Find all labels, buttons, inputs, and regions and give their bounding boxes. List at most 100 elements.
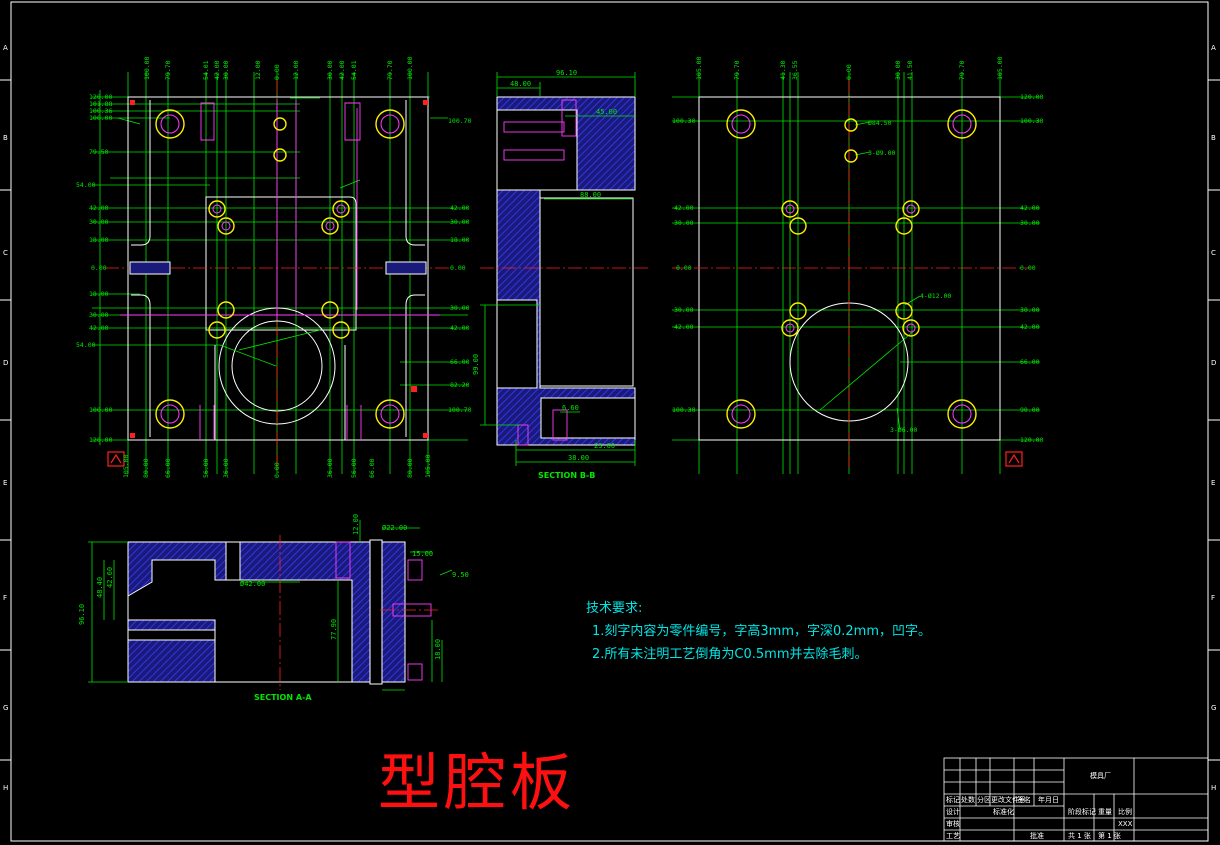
dim-label: 30.00 <box>326 60 334 80</box>
dim-label: 79.50 <box>89 148 109 156</box>
title-block-cell: 签名 <box>1017 796 1031 804</box>
dim-label: 66.00 <box>1020 358 1040 366</box>
dim-label: 48.00 <box>510 80 531 88</box>
dim-label: 42.00 <box>1020 323 1040 331</box>
dim-label: 54.01 <box>350 60 358 80</box>
dim-label: 100.70 <box>448 117 472 125</box>
dim-label: 0.00 <box>676 264 692 272</box>
dim-label: 100.30 <box>672 406 696 414</box>
title-block-cell: 阶段标记 <box>1068 808 1096 816</box>
dim-label: 100.30 <box>1020 117 1044 125</box>
title-block-cell: 处数 <box>961 796 975 804</box>
drawing-title: 型腔板 <box>378 746 577 819</box>
dim-label: 48.40 <box>96 577 104 598</box>
dim-label: 79.70 <box>733 60 741 80</box>
technical-requirements: 技术要求: 1.刻字内容为零件编号，字高3mm，字深0.2mm，凹字。 2.所有… <box>586 597 931 666</box>
dim-label: 120.00 <box>1020 436 1044 444</box>
dim-label: 0.00 <box>845 64 853 80</box>
dim-label: Ø22.00 <box>382 524 407 532</box>
dim-label: 12.00 <box>292 60 300 80</box>
note-item: 2.所有未注明工艺倒角为C0.5mm并去除毛刺。 <box>592 647 868 662</box>
dim-label: 0.00 <box>1020 264 1036 272</box>
dim-label: 36.00 <box>222 458 230 478</box>
dim-label: 30.00 <box>894 60 902 80</box>
dim-label: 42.00 <box>89 204 109 212</box>
dim-label: 66.00 <box>450 358 470 366</box>
dim-label: 41.30 <box>779 60 787 80</box>
dim-label: 38.00 <box>568 454 589 462</box>
dim-label: 30.00 <box>89 218 109 226</box>
dim-label: 54.01 <box>202 60 210 80</box>
title-block-cell: 模具厂 <box>1090 772 1111 780</box>
zone-label: G <box>3 704 8 712</box>
dim-label: 96.10 <box>78 604 86 625</box>
dim-label: 105.00 <box>424 454 432 478</box>
front-view <box>92 72 468 474</box>
title-block-cell: 标准化 <box>993 808 1014 816</box>
dim-label: 56.00 <box>350 458 358 478</box>
dim-label: 15.00 <box>412 550 433 558</box>
dim-label: 30.00 <box>89 311 109 319</box>
section-bb: 48.00 96.10 45.00 88.00 99.00 6.60 23.00… <box>472 69 650 480</box>
dim-callout: 3-Ø6.00 <box>890 426 917 434</box>
dim-label: 45.00 <box>596 108 617 116</box>
dim-label: 54.00 <box>76 181 96 189</box>
dim-label: 18.00 <box>89 290 109 298</box>
dim-callout: 4-Ø12.00 <box>920 292 951 300</box>
title-block-cell: 审核 <box>946 820 960 828</box>
dim-label: 12.00 <box>254 60 262 80</box>
dim-label: 82.20 <box>450 381 470 389</box>
dim-label: 30.00 <box>450 304 470 312</box>
dim-label: 30.00 <box>1020 219 1040 227</box>
dim-label: 100.00 <box>143 56 151 80</box>
title-block-cell: 第 1 张 <box>1098 832 1121 840</box>
title-block-cell: 重量 <box>1098 808 1112 816</box>
dim-label: 120.00 <box>89 436 113 444</box>
dim-label: 36.55 <box>791 60 799 80</box>
right-view-dims: 100.30 42.00 30.00 0.00 30.00 42.00 100.… <box>672 56 1044 444</box>
title-block-cell: 工艺 <box>946 832 960 840</box>
dim-label: 0.00 <box>273 64 281 80</box>
zone-label: B <box>1211 134 1216 142</box>
title-block-cell: 比例 <box>1118 808 1132 816</box>
dim-label: 105.00 <box>996 56 1004 80</box>
dim-label: 30.00 <box>674 306 694 314</box>
dim-callout: 3-Ø9.00 <box>868 149 895 157</box>
dim-label: 66.00 <box>164 458 172 478</box>
dim-label: 0.00 <box>273 462 281 478</box>
title-block-cell: 标记 <box>946 796 960 804</box>
zone-label: C <box>1211 249 1216 257</box>
dim-label: 88.00 <box>580 191 601 199</box>
zone-label: D <box>1211 359 1216 367</box>
dim-label: 42.00 <box>213 60 221 80</box>
dim-label: 42.00 <box>450 324 470 332</box>
zone-label: C <box>3 249 8 257</box>
dim-label: 77.90 <box>330 619 338 640</box>
dim-label: 79.70 <box>958 60 966 80</box>
zone-labels-right: A B C D E F G H <box>1211 44 1216 792</box>
title-block-cell: XXX <box>1118 820 1133 828</box>
dim-label: 79.70 <box>164 60 172 80</box>
zone-label: D <box>3 359 8 367</box>
dim-label: 120.00 <box>1020 93 1044 101</box>
zone-label: E <box>1211 479 1215 487</box>
dim-label: 9.50 <box>452 571 469 579</box>
engrave-mark-icon <box>1005 451 1023 467</box>
cad-drawing: A B C D E F G H A B C D E F G H 48.00 96… <box>0 1 1220 842</box>
dim-label: 0.00 <box>91 264 107 272</box>
title-block-cell: 年月日 <box>1038 796 1059 804</box>
dim-label: 0.00 <box>450 264 466 272</box>
dim-label: 18.00 <box>434 639 442 660</box>
dim-label: 100.30 <box>672 117 696 125</box>
dim-label: 100.00 <box>89 114 113 122</box>
zone-label: H <box>1211 784 1216 792</box>
zone-label: F <box>1211 594 1215 602</box>
title-block-cell: 设计 <box>946 808 960 816</box>
dim-label: 30.00 <box>674 219 694 227</box>
dim-label: 18.00 <box>450 236 470 244</box>
dim-label: 42.00 <box>89 324 109 332</box>
dim-callout: Ø84.50 <box>868 119 892 127</box>
dim-label: 42.00 <box>674 323 694 331</box>
section-aa: 96.10 48.40 42.60 77.90 Ø42.00 Ø22.00 15… <box>78 514 469 702</box>
dim-label: 30.00 <box>1020 306 1040 314</box>
